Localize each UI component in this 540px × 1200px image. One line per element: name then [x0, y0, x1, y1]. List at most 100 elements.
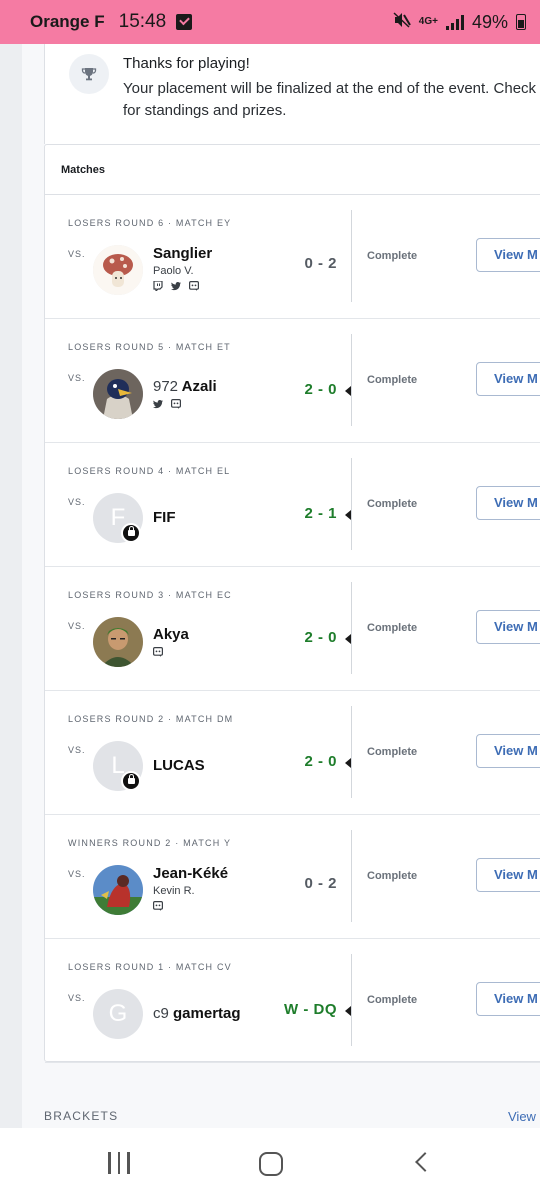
opponent-tag: Azali [181, 378, 217, 395]
thanks-card: Thanks for playing! Your placement will … [44, 44, 540, 144]
match-row: LOSERS ROUND 2 · MATCH DM VS. L LUCAS 2 - 0C… [45, 691, 540, 815]
match-round-label: LOSERS ROUND 1 · MATCH CV [68, 962, 232, 972]
opponent-name[interactable]: Sanglier [153, 245, 212, 262]
match-round-label: WINNERS ROUND 2 · MATCH Y [68, 838, 232, 848]
match-round-label: LOSERS ROUND 5 · MATCH ET [68, 342, 231, 352]
view-match-button[interactable]: View M [476, 362, 540, 396]
scroll-content[interactable]: Thanks for playing! Your placement will … [22, 44, 540, 1128]
opponent-avatar [93, 617, 143, 667]
vs-label: VS. [68, 249, 86, 259]
network-type: 4G+ [418, 16, 438, 27]
opponent-avatar [93, 865, 143, 915]
match-score: W - DQ [284, 1001, 337, 1018]
vs-label: VS. [68, 621, 86, 631]
social-links [153, 901, 228, 911]
vs-label: VS. [68, 373, 86, 383]
opponent-info: LUCAS [153, 757, 205, 774]
battery-icon [516, 14, 526, 30]
divider [351, 458, 352, 550]
recent-apps-button[interactable] [108, 1152, 130, 1174]
opponent-info: Akya [153, 626, 189, 657]
match-score: 2 - 1 [304, 505, 337, 522]
view-match-button[interactable]: View M [476, 858, 540, 892]
twitter-icon[interactable] [153, 399, 163, 409]
discord-icon[interactable] [189, 281, 199, 291]
status-bar: Orange F 15:48 4G+ 49% [0, 0, 540, 44]
match-status: Complete [367, 374, 418, 386]
opponent-name[interactable]: 972 Azali [153, 378, 217, 395]
opponent-tag: Akya [153, 626, 189, 643]
match-row: LOSERS ROUND 6 · MATCH EY VS. Sanglier Paol… [45, 195, 540, 319]
status-icons: 4G+ 49% [393, 12, 526, 33]
opponent-name[interactable]: LUCAS [153, 757, 205, 774]
match-status: Complete [367, 994, 418, 1006]
match-round-label: LOSERS ROUND 2 · MATCH DM [68, 714, 234, 724]
avatar-letter: G [108, 1000, 128, 1027]
opponent-name[interactable]: FIF [153, 509, 176, 526]
opponent-name[interactable]: c9 gamertag [153, 1005, 241, 1022]
brackets-heading: BRACKETS [44, 1109, 119, 1123]
mute-icon [393, 11, 411, 33]
opponent-tag: Sanglier [153, 245, 213, 262]
social-links [153, 647, 189, 657]
match-round-label: LOSERS ROUND 3 · MATCH EC [68, 590, 232, 600]
twitch-icon[interactable] [153, 281, 163, 291]
opponent-avatar [93, 245, 143, 295]
home-button[interactable] [259, 1152, 283, 1176]
opponent-info: c9 gamertag [153, 1005, 241, 1022]
match-row: LOSERS ROUND 5 · MATCH ET VS. 972 Azali 2 -… [45, 319, 540, 443]
discord-icon[interactable] [153, 901, 163, 911]
vs-label: VS. [68, 869, 86, 879]
trophy-icon [69, 54, 109, 94]
discord-icon[interactable] [171, 399, 181, 409]
match-score: 2 - 0 [304, 629, 337, 646]
match-status: Complete [367, 622, 418, 634]
opponent-tag: gamertag [173, 1005, 241, 1022]
system-nav-bar [0, 1128, 540, 1200]
match-status: Complete [367, 498, 418, 510]
divider [351, 954, 352, 1046]
view-match-button[interactable]: View M [476, 238, 540, 272]
side-gutter [0, 44, 22, 1128]
sponsor-prefix: c9 [153, 1005, 169, 1022]
opponent-info: Jean-Kéké Kevin R. [153, 865, 228, 911]
match-round-label: LOSERS ROUND 6 · MATCH EY [68, 218, 232, 228]
vs-label: VS. [68, 497, 86, 507]
opponent-tag: Jean-Kéké [153, 865, 229, 882]
opponent-info: 972 Azali [153, 378, 217, 409]
match-status: Complete [367, 870, 418, 882]
match-status: Complete [367, 746, 418, 758]
view-match-button[interactable]: View M [476, 610, 540, 644]
discord-icon[interactable] [153, 647, 163, 657]
opponent-avatar [93, 369, 143, 419]
opponent-name[interactable]: Jean-Kéké [153, 865, 228, 882]
twitter-icon[interactable] [171, 281, 181, 291]
match-score: 2 - 0 [304, 381, 337, 398]
opponent-real-name: Kevin R. [153, 885, 195, 897]
opponent-real-name: Paolo V. [153, 265, 194, 277]
divider [351, 582, 352, 674]
divider [351, 830, 352, 922]
opponent-name[interactable]: Akya [153, 626, 189, 643]
match-round-label: LOSERS ROUND 4 · MATCH EL [68, 466, 231, 476]
view-match-button[interactable]: View M [476, 486, 540, 520]
brackets-view-link[interactable]: View [508, 1109, 536, 1124]
view-match-button[interactable]: View M [476, 734, 540, 768]
matches-header: Matches [45, 145, 540, 195]
signal-icon [445, 14, 464, 30]
opponent-info: Sanglier Paolo V. [153, 245, 212, 291]
back-button[interactable] [415, 1152, 435, 1172]
match-score: 0 - 2 [304, 255, 337, 272]
vs-label: VS. [68, 745, 86, 755]
lock-icon [121, 523, 141, 543]
divider [351, 210, 352, 302]
view-match-button[interactable]: View M [476, 982, 540, 1016]
divider [351, 706, 352, 798]
opponent-avatar: G [93, 989, 143, 1039]
carrier-label: Orange F [30, 12, 105, 31]
opponent-tag: LUCAS [153, 757, 205, 774]
thanks-title: Thanks for playing! [123, 55, 250, 72]
lock-icon [121, 771, 141, 791]
opponent-info: FIF [153, 509, 176, 526]
divider [351, 334, 352, 426]
